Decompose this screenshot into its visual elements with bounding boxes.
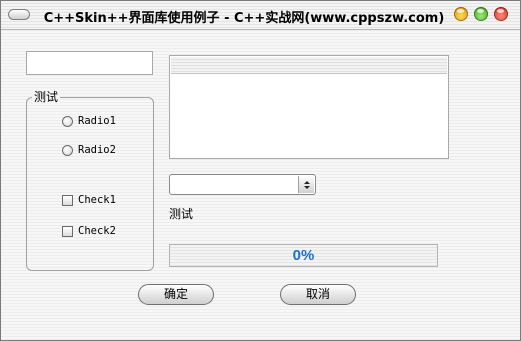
- spin-arrows-icon[interactable]: [298, 176, 314, 193]
- arrow-down-icon: [303, 185, 310, 189]
- cancel-button[interactable]: 取消: [280, 284, 356, 305]
- progress-text: 0%: [292, 247, 315, 264]
- checkbox-icon[interactable]: [62, 225, 73, 237]
- window-title: C++Skin++界面库使用例子 - C++实战网(www.cppszw.com…: [43, 11, 445, 26]
- close-icon[interactable]: [494, 7, 508, 21]
- radio-button-icon[interactable]: [62, 115, 73, 127]
- checkbox-icon[interactable]: [62, 194, 73, 206]
- progress-bar: 0%: [169, 244, 438, 267]
- radio-label: Radio2: [78, 144, 116, 156]
- radio-option-2[interactable]: Radio2: [62, 143, 116, 157]
- group-title: 测试: [32, 90, 61, 104]
- list-view[interactable]: [169, 55, 449, 159]
- checkbox-option-2[interactable]: Check2: [62, 224, 116, 238]
- combo-box[interactable]: [169, 174, 316, 195]
- list-header[interactable]: [171, 57, 447, 74]
- maximize-icon[interactable]: [474, 7, 488, 21]
- radio-label: Radio1: [78, 115, 116, 127]
- title-bar[interactable]: C++Skin++界面库使用例子 - C++实战网(www.cppszw.com…: [1, 1, 520, 30]
- checkbox-label: Check2: [78, 225, 116, 237]
- arrow-up-icon: [303, 180, 310, 184]
- static-label: 测试: [169, 207, 194, 221]
- text-edit-field[interactable]: [26, 51, 153, 75]
- checkbox-label: Check1: [78, 194, 116, 206]
- minimize-icon[interactable]: [454, 7, 468, 21]
- checkbox-option-1[interactable]: Check1: [62, 193, 116, 207]
- ok-button[interactable]: 确定: [138, 284, 214, 305]
- dialog-window: C++Skin++界面库使用例子 - C++实战网(www.cppszw.com…: [0, 0, 521, 341]
- radio-button-icon[interactable]: [62, 144, 73, 156]
- radio-option-1[interactable]: Radio1: [62, 114, 116, 128]
